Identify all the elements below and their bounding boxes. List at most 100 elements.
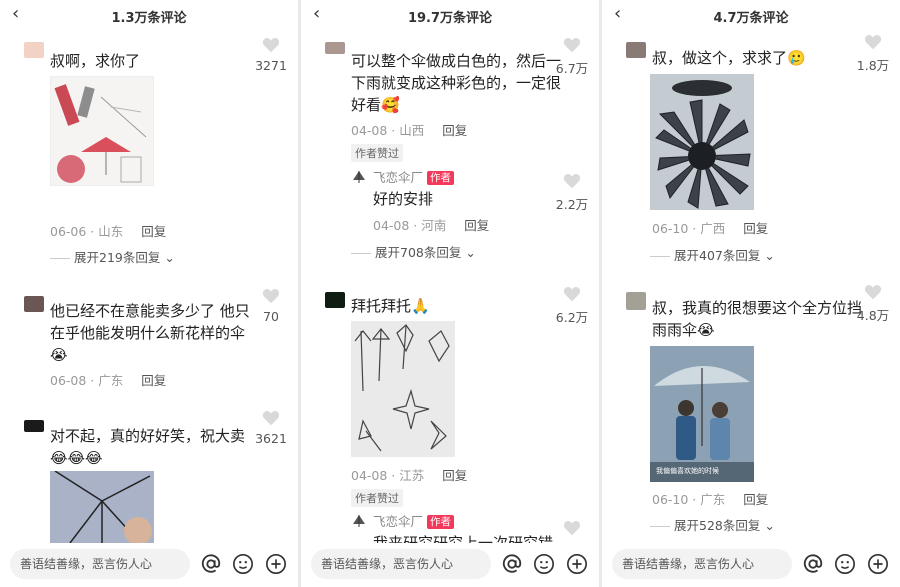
- like-button[interactable]: 6.2万: [549, 286, 595, 326]
- avatar[interactable]: [325, 42, 345, 54]
- avatar[interactable]: [24, 420, 44, 432]
- comment-image-umbrella[interactable]: [650, 74, 754, 210]
- like-button[interactable]: 70: [248, 288, 294, 324]
- comment-image-photo[interactable]: 我偏偏喜欢她的时候: [650, 346, 754, 482]
- like-count: 6.7万: [555, 61, 589, 76]
- author-name-label: 飞恋伞厂: [373, 514, 424, 529]
- smiley-icon[interactable]: [232, 553, 254, 575]
- heart-icon: [864, 35, 882, 50]
- comment-text: 可以整个伞做成白色的，然后一下雨就变成这种彩色的，一定很好看🥰: [351, 52, 562, 114]
- comment-input[interactable]: 善语结善缘，恶言伤人心: [612, 549, 792, 579]
- reply-location: 河南: [421, 218, 447, 233]
- comment-meta: 06-06 · 山东 回复: [50, 224, 167, 239]
- reply-button[interactable]: 回复: [442, 468, 467, 483]
- avatar[interactable]: [626, 42, 646, 58]
- reply-button[interactable]: 回复: [442, 123, 467, 138]
- like-button[interactable]: 2.2万: [549, 173, 595, 213]
- like-count: 3621: [255, 431, 287, 446]
- like-count: 6.2万: [555, 310, 589, 325]
- comment-meta: 06-10 · 广西 回复: [652, 221, 769, 236]
- avatar[interactable]: [325, 292, 345, 308]
- expand-replies-button[interactable]: 展开219条回复 ⌄: [50, 247, 175, 266]
- top-bar: ‹ 4.7万条评论: [602, 0, 900, 30]
- reply-button[interactable]: 回复: [743, 492, 768, 507]
- comment-date: 04-08: [351, 468, 388, 483]
- avatar[interactable]: [24, 42, 44, 58]
- badge-label: 作者赞过: [351, 489, 403, 507]
- comment-location: 山东: [98, 224, 124, 239]
- plus-icon[interactable]: [566, 553, 588, 575]
- like-button[interactable]: 1.8万: [850, 34, 896, 74]
- author-avatar[interactable]: [351, 512, 367, 528]
- at-icon[interactable]: [200, 553, 222, 575]
- comment-count-title: 4.7万条评论: [713, 11, 789, 26]
- avatar[interactable]: [24, 296, 44, 312]
- author-liked-badge: 作者赞过: [351, 142, 403, 162]
- comment-location: 广西: [700, 221, 726, 236]
- comment-count-title: 1.3万条评论: [111, 11, 187, 26]
- like-button[interactable]: [549, 520, 595, 536]
- top-bar: ‹ 19.7万条评论: [301, 0, 599, 30]
- comment-date: 06-10: [652, 221, 689, 236]
- author-avatar[interactable]: [351, 168, 367, 184]
- chevron-down-icon: ⌄: [760, 518, 775, 533]
- reply-text: 好的安排: [373, 190, 434, 208]
- comment-meta: 06-10 · 广东 回复: [652, 492, 769, 507]
- comment-input[interactable]: 善语结善缘，恶言伤人心: [10, 549, 190, 579]
- author-name[interactable]: 飞恋伞厂 作者: [373, 511, 455, 530]
- comment-location: 广东: [700, 492, 726, 507]
- like-button[interactable]: 3271: [248, 37, 294, 73]
- author-name[interactable]: 飞恋伞厂 作者: [373, 167, 455, 186]
- smiley-icon[interactable]: [533, 553, 555, 575]
- comment-panel-2: ‹ 19.7万条评论 可以整个伞做成白色的，然后一下雨就变成这种彩色的，一定很好…: [301, 0, 599, 587]
- comment-date: 04-08: [351, 123, 388, 138]
- comment-text: 对不起，真的好好笑，祝大卖😂😂😂: [50, 427, 246, 467]
- heart-icon: [563, 174, 581, 189]
- comment-text: 叔，做这个，求求了🥲: [652, 49, 806, 67]
- like-button[interactable]: 6.7万: [549, 37, 595, 77]
- at-icon[interactable]: [501, 553, 523, 575]
- like-button[interactable]: 4.8万: [850, 284, 896, 324]
- like-count: 1.8万: [856, 58, 890, 73]
- comment-image-umbrella[interactable]: [50, 471, 154, 543]
- comment-input-bar: 善语结善缘，恶言伤人心: [0, 543, 298, 587]
- comment-meta: 04-08 · 山西 回复: [351, 123, 468, 138]
- avatar[interactable]: [626, 292, 646, 310]
- reply-button[interactable]: 回复: [743, 221, 768, 236]
- comment-location: 广东: [98, 373, 124, 388]
- reply-button[interactable]: 回复: [141, 224, 166, 239]
- heart-icon: [563, 38, 581, 53]
- heart-icon: [262, 289, 280, 304]
- author-tag: 作者: [427, 171, 455, 185]
- comment-image-sketch[interactable]: [50, 76, 154, 186]
- comment-panel-3: ‹ 4.7万条评论 叔，做这个，求求了🥲 1.8万 06-10 · 广西 回复 …: [602, 0, 900, 587]
- expand-replies-button[interactable]: 展开407条回复 ⌄: [650, 245, 775, 264]
- top-bar: ‹ 1.3万条评论: [0, 0, 298, 30]
- reply-button[interactable]: 回复: [141, 373, 166, 388]
- comment-date: 06-08: [50, 373, 87, 388]
- reply-button[interactable]: 回复: [464, 218, 489, 233]
- expand-label: 展开407条回复: [674, 248, 761, 263]
- plus-icon[interactable]: [867, 553, 889, 575]
- expand-replies-button[interactable]: 展开528条回复 ⌄: [650, 515, 775, 534]
- comment-text: 叔，我真的很想要这个全方位挡雨雨伞😭: [652, 299, 863, 339]
- author-liked-badge: 作者赞过: [351, 487, 403, 507]
- smiley-icon[interactable]: [834, 553, 856, 575]
- badge-label: 作者赞过: [351, 144, 403, 162]
- comment-text: 叔啊，求你了: [50, 52, 141, 70]
- at-icon[interactable]: [802, 553, 824, 575]
- comment-input[interactable]: 善语结善缘，恶言伤人心: [311, 549, 491, 579]
- like-count: 70: [263, 309, 279, 324]
- heart-icon: [864, 285, 882, 300]
- plus-icon[interactable]: [265, 553, 287, 575]
- expand-replies-button[interactable]: 展开708条回复 ⌄: [351, 242, 476, 261]
- comment-input-bar: 善语结善缘，恶言伤人心: [301, 543, 599, 587]
- heart-icon: [262, 38, 280, 53]
- expand-label: 展开528条回复: [674, 518, 761, 533]
- comment-date: 06-10: [652, 492, 689, 507]
- comment-image-sketch[interactable]: [351, 321, 455, 457]
- comment-meta: 04-08 · 江苏 回复: [351, 468, 468, 483]
- comment-text: 拜托拜托🙏: [351, 297, 430, 315]
- chevron-down-icon: ⌄: [760, 248, 775, 263]
- like-button[interactable]: 3621: [248, 410, 294, 446]
